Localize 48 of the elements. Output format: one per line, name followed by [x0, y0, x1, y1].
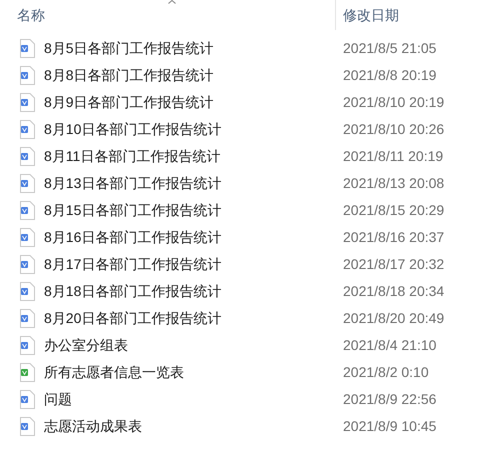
document-file-icon [20, 255, 35, 274]
modified-date: 2021/8/8 20:19 [342, 66, 436, 85]
modified-date: 2021/8/15 20:29 [342, 201, 444, 220]
file-name[interactable]: 8月10日各部门工作报告统计 [44, 119, 222, 140]
file-name[interactable]: 8月5日各部门工作报告统计 [44, 38, 214, 59]
file-name[interactable]: 8月9日各部门工作报告统计 [44, 92, 214, 113]
document-file-icon [20, 174, 35, 193]
modified-date: 2021/8/17 20:32 [342, 255, 444, 274]
document-file-icon [20, 201, 35, 220]
file-name[interactable]: 问题 [44, 389, 72, 410]
file-name[interactable]: 8月17日各部门工作报告统计 [44, 254, 222, 275]
modified-date: 2021/8/18 20:34 [342, 282, 444, 301]
document-file-icon [20, 147, 35, 166]
modified-date: 2021/8/9 22:56 [342, 390, 436, 409]
column-header[interactable]: 修改日期 [336, 4, 399, 26]
modified-date: 2021/8/10 20:26 [342, 120, 444, 139]
modified-date: 2021/8/2 0:10 [342, 363, 429, 382]
document-file-icon [20, 390, 35, 409]
document-file-icon [20, 228, 35, 247]
modified-date: 2021/8/4 21:10 [342, 336, 436, 355]
document-file-icon [20, 39, 35, 58]
file-name[interactable]: 8月11日各部门工作报告统计 [44, 146, 220, 167]
column-header[interactable]: 名称 [0, 0, 336, 30]
document-file-icon [20, 417, 35, 436]
document-file-icon [20, 120, 35, 139]
modified-date: 2021/8/9 10:45 [342, 417, 436, 436]
sort-caret-icon [168, 0, 176, 4]
file-name[interactable]: 所有志愿者信息一览表 [44, 362, 184, 383]
modified-date: 2021/8/13 20:08 [342, 174, 444, 193]
file-name[interactable]: 8月18日各部门工作报告统计 [44, 281, 222, 302]
file-name[interactable]: 8月20日各部门工作报告统计 [44, 308, 222, 329]
document-file-icon [20, 336, 35, 355]
file-name[interactable]: 办公室分组表 [44, 335, 128, 356]
modified-date: 2021/8/20 20:49 [342, 309, 444, 328]
file-name[interactable]: 8月13日各部门工作报告统计 [44, 173, 222, 194]
file-name[interactable]: 8月15日各部门工作报告统计 [44, 200, 222, 221]
file-name[interactable]: 志愿活动成果表 [44, 416, 142, 437]
file-name[interactable]: 8月8日各部门工作报告统计 [44, 65, 214, 86]
modified-date: 2021/8/11 20:19 [342, 147, 444, 166]
modified-date: 2021/8/10 20:19 [342, 93, 444, 112]
document-file-icon [20, 309, 35, 328]
document-file-icon [20, 93, 35, 112]
modified-date: 2021/8/16 20:37 [342, 228, 444, 247]
file-name[interactable]: 8月16日各部门工作报告统计 [44, 227, 222, 248]
modified-date: 2021/8/5 21:05 [342, 39, 436, 58]
document-file-icon [20, 282, 35, 301]
document-file-icon [20, 66, 35, 85]
spreadsheet-file-icon [20, 363, 35, 382]
